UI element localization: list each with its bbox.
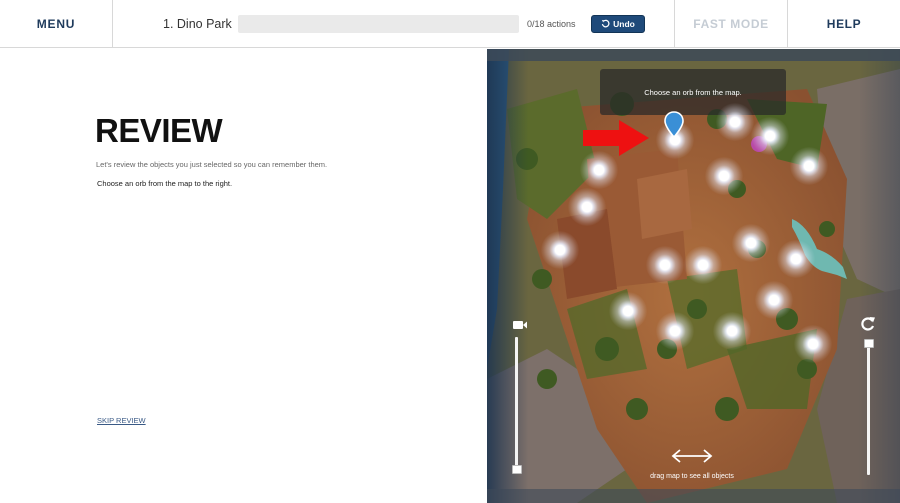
object-orb[interactable] [732,224,770,262]
object-orb[interactable] [751,117,789,155]
undo-icon [601,19,610,30]
divider [112,0,113,48]
review-subtitle: Let's review the objects you just select… [96,160,328,169]
object-orb[interactable] [755,281,793,319]
object-orb[interactable] [794,325,832,363]
menu-button[interactable]: MENU [0,0,112,48]
object-orb[interactable] [684,246,722,284]
object-orb[interactable] [541,231,579,269]
object-orb[interactable] [716,103,754,141]
review-instruction: Choose an orb from the map to the right. [97,179,233,188]
undo-label: Undo [613,19,635,29]
object-orb[interactable] [705,157,743,195]
zoom-slider-track[interactable] [515,337,518,470]
object-orb[interactable] [609,292,647,330]
map-viewport[interactable]: Choose an orb from the map. drag map to … [487,49,900,503]
fast-mode-button[interactable]: FAST MODE [675,0,787,48]
map-instruction-banner: Choose an orb from the map. [600,69,786,115]
actions-count: 0/18 actions [527,19,576,29]
page-title: REVIEW [95,112,223,149]
drag-hint: drag map to see all objects [650,473,734,480]
actions-progress-bar [238,15,519,33]
undo-button[interactable]: Undo [591,15,645,33]
rotate-slider-handle[interactable] [864,339,874,348]
camera-icon[interactable] [512,319,528,331]
double-arrow-icon [671,449,713,463]
skip-review-link[interactable]: SKIP REVIEW [97,416,146,425]
red-arrow-icon [583,120,649,156]
object-orb[interactable] [790,147,828,185]
object-orb[interactable] [777,240,815,278]
rotate-icon[interactable] [860,316,876,332]
object-orb[interactable] [713,312,751,350]
map-banner-text: Choose an orb from the map. [644,87,742,97]
object-orb[interactable] [656,312,694,350]
object-orb[interactable] [568,188,606,226]
level-title: 1. Dino Park [163,17,232,31]
top-bar: MENU 1. Dino Park 0/18 actions Undo FAST… [0,0,900,48]
object-orb[interactable] [646,246,684,284]
rotate-slider-track[interactable] [867,339,870,475]
location-pin-icon [664,111,684,139]
help-button[interactable]: HELP [788,0,900,48]
zoom-slider-handle[interactable] [512,465,522,474]
